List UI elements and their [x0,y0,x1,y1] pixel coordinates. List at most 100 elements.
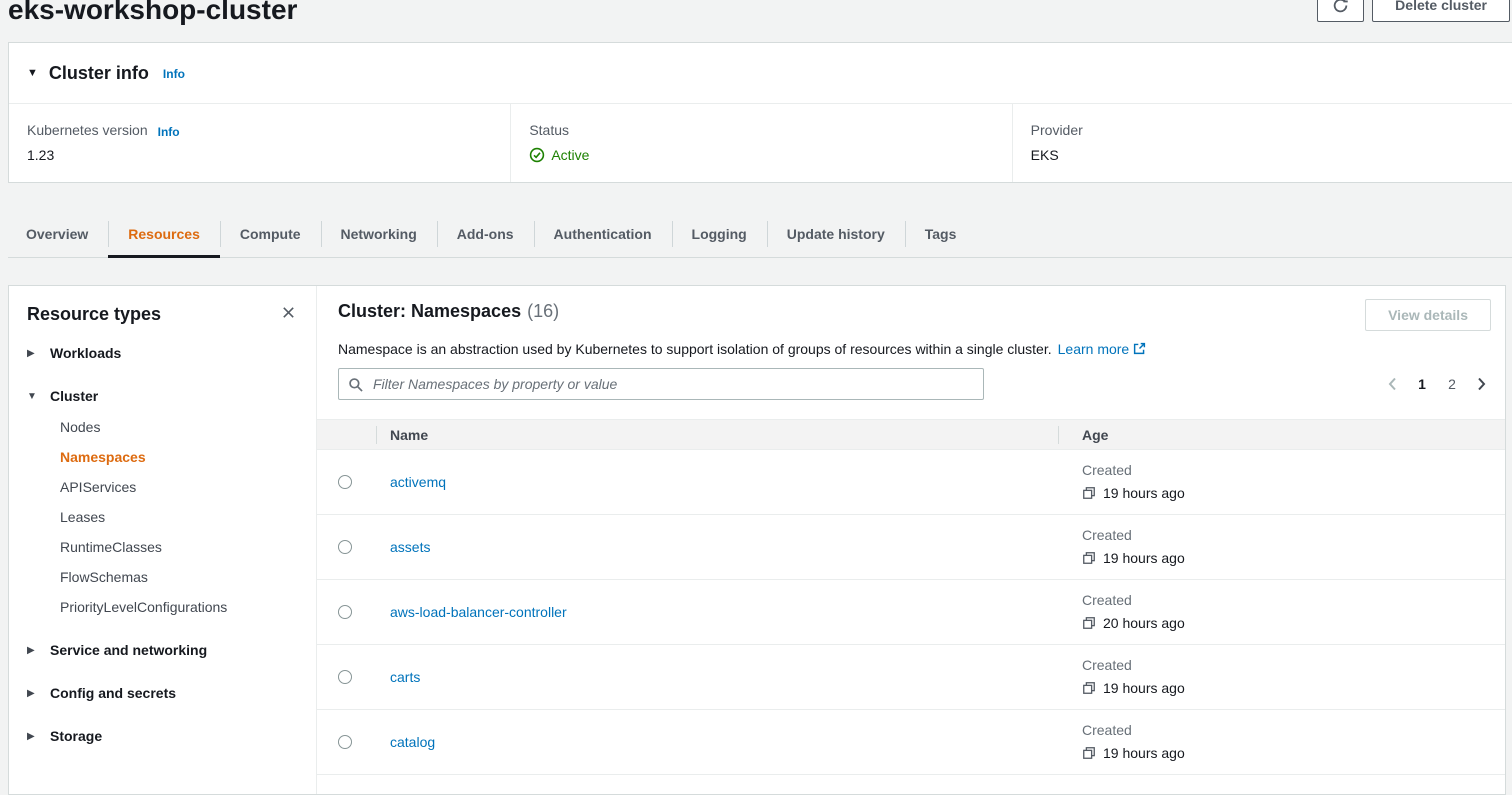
previous-page-button[interactable] [1383,376,1403,392]
namespace-link[interactable]: carts [390,669,420,685]
table-row: assets Created19 hours ago [317,515,1505,580]
table-row: activemq Created 19 hours ago [317,450,1505,515]
field-label-text: Status [529,122,569,138]
sidebar-item-namespaces[interactable]: Namespaces [60,449,298,465]
tab-label: Networking [341,226,417,242]
sidebar-group-label: Cluster [50,388,98,404]
page-numbers: 12 [1411,372,1463,396]
cluster-info-field-kubernetes-version: Kubernetes versionInfo 1.23 [9,104,510,182]
row-age-cell: Created 19 hours ago [1058,710,1505,774]
namespace-link[interactable]: activemq [390,474,446,490]
tab-logging[interactable]: Logging [672,210,767,257]
cluster-info-field-provider: Provider EKS [1012,104,1512,182]
status-active-icon [529,147,545,163]
age-created-label: Created [1082,722,1505,739]
field-value: EKS [1031,147,1512,163]
learn-more-text: Learn more [1058,341,1130,357]
sidebar-group-config-and-secrets[interactable]: ▶ Config and secrets [27,685,298,701]
namespaces-title: Cluster: Namespaces(16) [338,299,559,323]
sidebar-item-nodes[interactable]: Nodes [60,419,298,435]
copy-icon[interactable] [1082,616,1096,630]
tab-resources[interactable]: Resources [108,210,220,257]
view-details-button[interactable]: View details [1365,299,1491,331]
tab-compute[interactable]: Compute [220,210,321,257]
namespaces-description: Namespace is an abstraction used by Kube… [317,340,1505,359]
next-page-button[interactable] [1471,376,1491,392]
sidebar-group-label: Config and secrets [50,685,176,701]
sidebar-item-flowschemas[interactable]: FlowSchemas [60,569,298,585]
field-label: Kubernetes versionInfo [27,122,510,138]
row-select-radio[interactable] [338,540,352,554]
external-link-icon [1133,342,1146,355]
sidebar-title: Resource types [27,303,161,325]
sidebar-group-service-and-networking[interactable]: ▶Service and networking [27,642,298,658]
refresh-button[interactable] [1317,0,1364,22]
page-button-2[interactable]: 2 [1441,372,1463,396]
tab-overview[interactable]: Overview [8,210,108,257]
sidebar-item-runtimeclasses[interactable]: RuntimeClasses [60,539,298,555]
field-value: 1.23 [27,147,510,163]
cluster-info-field-status: Status Active [510,104,1011,182]
sidebar-group-cluster[interactable]: ▼Cluster [27,388,298,404]
row-age-cell: Created19 hours ago [1058,515,1505,579]
copy-icon[interactable] [1082,746,1096,760]
row-select-radio[interactable] [338,475,352,489]
cluster-info-info-link[interactable]: Info [163,67,185,81]
table-row: aws-load-balancer-controller Created20 ho… [317,580,1505,645]
age-value-line: 19 hours ago [1082,680,1505,696]
sidebar-group-label: Storage [50,728,102,744]
resources-card: Resource types ▶Workloads ▼Cluster Nodes Na… [8,285,1506,795]
field-info-link[interactable]: Info [158,125,180,139]
resource-groups: ▶Workloads ▼Cluster Nodes Namespaces APIServ… [27,345,298,744]
status-text: Active [551,147,589,163]
row-select-radio[interactable] [338,670,352,684]
close-icon [281,305,296,320]
namespace-link[interactable]: aws-load-balancer-controller [390,604,567,620]
sidebar-item-prioritylevelconfigurations[interactable]: PriorityLevelConfigurations [60,599,298,615]
copy-icon[interactable] [1082,486,1096,500]
cluster-info-header: ▼ Cluster info Info [9,43,1512,104]
tab-label: Tags [925,226,957,242]
row-name-cell: aws-load-balancer-controller [376,580,1058,644]
namespace-link[interactable]: assets [390,539,430,555]
sidebar-item-leases[interactable]: Leases [60,509,298,525]
chevron-left-icon [1385,376,1401,392]
learn-more-link[interactable]: Learn more [1058,341,1147,357]
tab-networking[interactable]: Networking [321,210,437,257]
sidebar-group-storage[interactable]: ▶Storage [27,728,298,744]
delete-cluster-button[interactable]: Delete cluster [1372,0,1510,22]
sidebar-group-workloads[interactable]: ▶Workloads [27,345,298,361]
description-text: Namespace is an abstraction used by Kube… [338,341,1052,357]
refresh-icon [1332,0,1349,14]
copy-icon[interactable] [1082,681,1096,695]
page-button-1[interactable]: 1 [1411,372,1433,396]
close-sidebar-button[interactable] [279,303,298,325]
row-name-cell: activemq [376,450,1058,514]
caret-right-icon: ▶ [27,688,37,699]
filter-input[interactable] [371,375,974,393]
tab-update-history[interactable]: Update history [767,210,905,257]
age-value: 19 hours ago [1103,745,1185,761]
row-select-radio[interactable] [338,605,352,619]
sidebar-item-apiservices[interactable]: APIServices [60,479,298,495]
age-created-label: Created [1082,462,1505,479]
copy-icon[interactable] [1082,551,1096,565]
sidebar-header: Resource types [27,303,298,325]
age-value: 20 hours ago [1103,615,1185,631]
collapse-caret-icon[interactable]: ▼ [27,67,38,79]
age-value: 19 hours ago [1103,485,1185,501]
row-select-cell [317,645,376,709]
tab-label: Overview [26,226,88,242]
header-actions: Delete cluster [1317,0,1510,22]
row-age-cell: Created20 hours ago [1058,580,1505,644]
tab-tags[interactable]: Tags [905,210,977,257]
row-select-radio[interactable] [338,735,352,749]
namespace-link[interactable]: catalog [390,734,435,750]
tab-add-ons[interactable]: Add-ons [437,210,534,257]
tab-authentication[interactable]: Authentication [534,210,672,257]
sidebar-group-label: Service and networking [50,642,207,658]
age-created-label: Created [1082,657,1505,674]
age-value: 19 hours ago [1103,680,1185,696]
field-label-text: Provider [1031,122,1083,138]
age-value-line: 20 hours ago [1082,615,1505,631]
